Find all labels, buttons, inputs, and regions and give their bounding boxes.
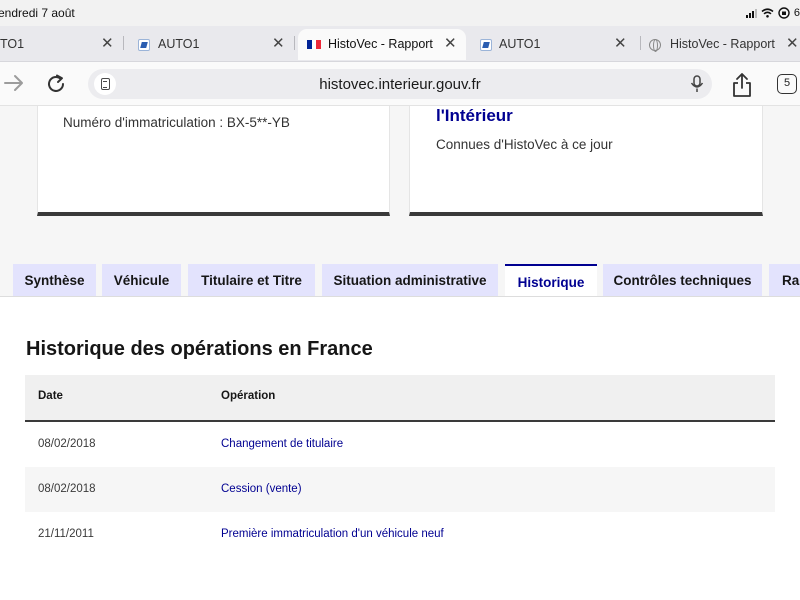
historique-panel: Historique des opérations en France Date… — [0, 296, 800, 600]
table-header: Date Opération — [25, 375, 775, 422]
auto1-icon — [480, 39, 492, 51]
tab-title: AUTO1 — [158, 37, 200, 51]
tab-situation-administrative[interactable]: Situation administrative — [322, 264, 498, 297]
status-bar: endredi 7 août 6 — [0, 0, 800, 26]
report-tabs: Synthèse Véhicule Titulaire et Titre Sit… — [0, 264, 800, 298]
tab-title: HistoVec - Rapport — [328, 37, 433, 51]
status-date: endredi 7 août — [0, 6, 75, 20]
browser-tab[interactable]: HistoVec - Rapport ✕ — [640, 29, 800, 60]
french-flag-icon — [307, 39, 322, 51]
tab-title: AUTO1 — [499, 37, 541, 51]
microphone-icon[interactable] — [690, 75, 704, 93]
row-operation: Changement de titulaire — [221, 438, 344, 450]
section-title: Historique des opérations en France — [26, 338, 373, 360]
tab-titulaire-et-titre[interactable]: Titulaire et Titre — [188, 264, 315, 297]
row-date: 21/11/2011 — [38, 528, 94, 540]
browser-toolbar: histovec.interieur.gouv.fr 5 — [0, 62, 800, 106]
tab-title: HistoVec - Rapport — [670, 37, 775, 51]
tab-vehicule[interactable]: Véhicule — [102, 264, 181, 297]
tab-divider — [294, 36, 295, 50]
close-tab-icon[interactable]: ✕ — [786, 36, 799, 51]
close-tab-icon[interactable]: ✕ — [444, 36, 457, 51]
tab-controles-techniques[interactable]: Contrôles techniques — [603, 264, 762, 297]
tab-title: TO1 — [0, 37, 25, 51]
url-text[interactable]: histovec.interieur.gouv.fr — [88, 76, 712, 93]
address-bar[interactable]: histovec.interieur.gouv.fr — [88, 69, 712, 99]
column-header-operation: Opération — [221, 390, 276, 402]
signal-icon — [745, 8, 757, 18]
tab-count-button[interactable]: 5 — [777, 74, 797, 94]
browser-tab-bar: TO1 ✕ AUTO1 ✕ HistoVec - Rapport ✕ AUTO1… — [0, 26, 800, 62]
tab-divider — [640, 36, 641, 50]
browser-tab[interactable]: TO1 ✕ — [0, 29, 120, 60]
source-card-subtitle: Connues d'HistoVec à ce jour — [436, 137, 613, 152]
battery-level: 6 — [793, 7, 800, 19]
tab-divider — [123, 36, 124, 50]
tab-synthese[interactable]: Synthèse — [13, 264, 96, 297]
row-date: 08/02/2018 — [38, 483, 96, 495]
close-tab-icon[interactable]: ✕ — [614, 36, 627, 51]
browser-tab[interactable]: AUTO1 ✕ — [126, 29, 296, 60]
status-icons: 6 — [745, 7, 800, 19]
row-operation: Cession (vente) — [221, 483, 302, 495]
tab-historique[interactable]: Historique — [505, 264, 597, 298]
close-tab-icon[interactable]: ✕ — [272, 36, 285, 51]
source-card: l'Intérieur Connues d'HistoVec à ce jour — [409, 106, 763, 216]
share-icon[interactable] — [731, 72, 753, 98]
row-operation: Première immatriculation d'un véhicule n… — [221, 528, 444, 540]
page-content: Numéro d'immatriculation : BX-5**-YB l'I… — [0, 106, 800, 600]
wifi-icon — [761, 8, 774, 18]
reload-icon[interactable] — [45, 73, 67, 95]
table-row: 21/11/2011 Première immatriculation d'un… — [25, 512, 775, 557]
column-header-date: Date — [38, 390, 63, 402]
orientation-lock-icon — [778, 7, 790, 19]
registration-number: Numéro d'immatriculation : BX-5**-YB — [63, 115, 290, 130]
tab-rapport[interactable]: Ra — [769, 264, 800, 297]
vehicle-card: Numéro d'immatriculation : BX-5**-YB — [37, 106, 390, 216]
globe-icon — [649, 39, 661, 52]
operations-table: Date Opération 08/02/2018 Changement de … — [25, 375, 775, 557]
browser-tab-active[interactable]: HistoVec - Rapport ✕ — [298, 29, 466, 60]
row-date: 08/02/2018 — [38, 438, 96, 450]
auto1-icon — [138, 39, 150, 51]
source-card-title: l'Intérieur — [436, 106, 513, 125]
close-tab-icon[interactable]: ✕ — [101, 36, 114, 51]
forward-arrow-icon[interactable] — [3, 72, 25, 94]
table-row: 08/02/2018 Cession (vente) — [25, 467, 775, 512]
table-row: 08/02/2018 Changement de titulaire — [25, 422, 775, 467]
browser-tab[interactable]: AUTO1 ✕ — [468, 29, 640, 60]
